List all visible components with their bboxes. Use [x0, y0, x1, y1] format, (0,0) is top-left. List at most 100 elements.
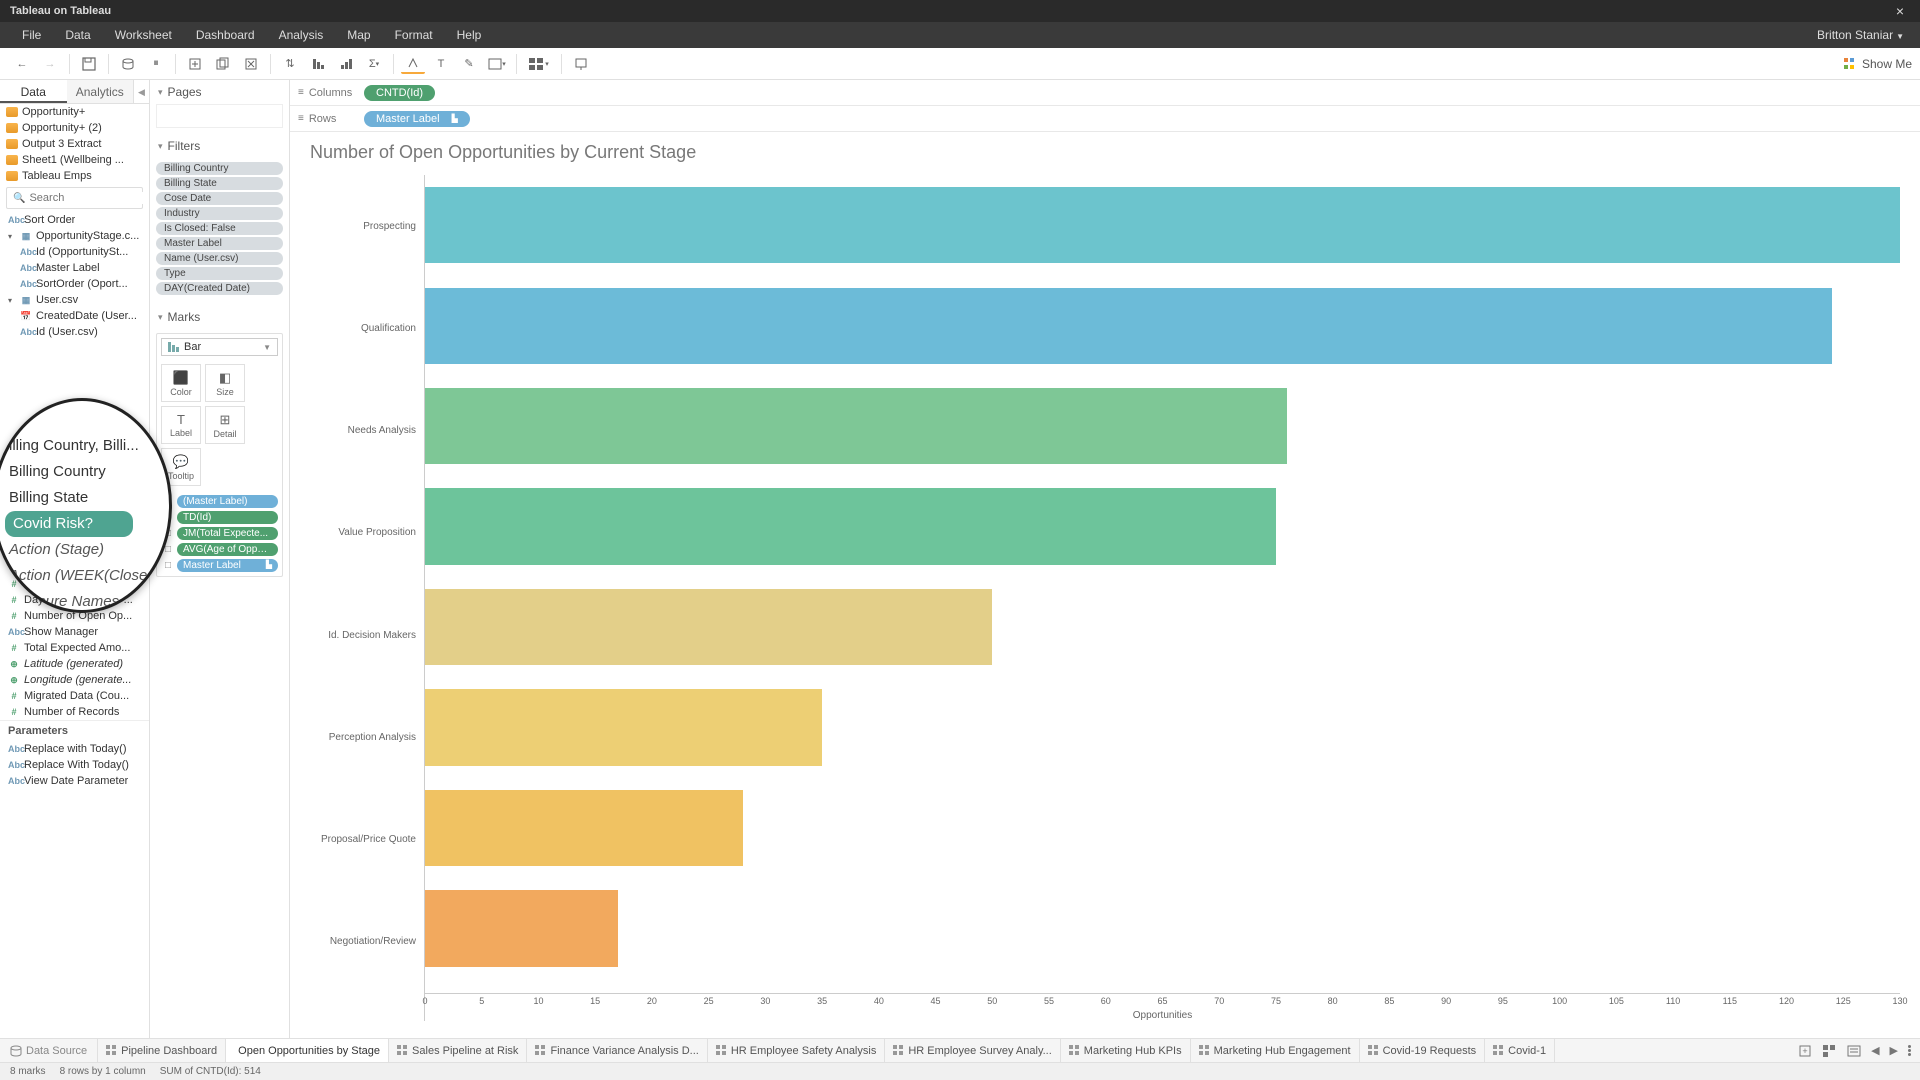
field-item[interactable]: AbcMaster Label: [0, 260, 149, 276]
cards-icon[interactable]: ▾: [524, 52, 554, 76]
filter-pill[interactable]: Billing State: [156, 177, 283, 190]
bar[interactable]: [425, 488, 1276, 564]
filter-pill[interactable]: Name (User.csv): [156, 252, 283, 265]
mark-pill[interactable]: AVG(Age of Opport...: [177, 543, 278, 556]
sheet-tab[interactable]: Marketing Hub Engagement: [1191, 1039, 1360, 1062]
mark-color-button[interactable]: ⬛Color: [161, 364, 201, 402]
bar[interactable]: [425, 689, 822, 765]
field-item[interactable]: #Total Expected Amo...: [0, 640, 149, 656]
totals-icon[interactable]: Σ▾: [362, 52, 386, 76]
mark-label-button[interactable]: TLabel: [161, 406, 201, 444]
close-icon[interactable]: ×: [1890, 3, 1910, 19]
bar[interactable]: [425, 288, 1832, 364]
user-menu[interactable]: Britton Staniar▼: [1817, 28, 1910, 42]
filter-pill[interactable]: Type: [156, 267, 283, 280]
sheet-tab[interactable]: Covid-1: [1485, 1039, 1555, 1062]
menu-dashboard[interactable]: Dashboard: [184, 28, 267, 42]
tab-data[interactable]: Data: [0, 80, 67, 103]
menu-map[interactable]: Map: [335, 28, 382, 42]
back-icon[interactable]: ←: [10, 52, 34, 76]
highlight-icon[interactable]: [401, 54, 425, 74]
sheet-tab[interactable]: HR Employee Safety Analysis: [708, 1039, 886, 1062]
data-source-tab[interactable]: Data Source: [0, 1039, 98, 1062]
forward-icon[interactable]: →: [38, 52, 62, 76]
duplicate-icon[interactable]: [211, 52, 235, 76]
label-icon[interactable]: T: [429, 52, 453, 76]
datasource-item[interactable]: Opportunity+: [0, 104, 149, 120]
save-icon[interactable]: [77, 52, 101, 76]
clear-icon[interactable]: [239, 52, 263, 76]
marks-shelf-header[interactable]: ▾Marks: [150, 305, 289, 329]
parameter-item[interactable]: AbcReplace With Today(): [0, 757, 149, 773]
search-field[interactable]: 🔍 ▼: [6, 187, 143, 209]
tabs-scroll-right-icon[interactable]: ▶: [1885, 1044, 1903, 1057]
sheet-tab[interactable]: Sales Pipeline at Risk: [389, 1039, 527, 1062]
sheet-tab[interactable]: Pipeline Dashboard: [98, 1039, 226, 1062]
bar[interactable]: [425, 589, 992, 665]
pause-updates-icon[interactable]: ⏸: [144, 52, 168, 76]
sheet-tab[interactable]: Open Opportunities by Stage: [226, 1039, 389, 1062]
sheet-tab[interactable]: Finance Variance Analysis D...: [527, 1039, 707, 1062]
menu-file[interactable]: File: [10, 28, 53, 42]
tabs-menu-icon[interactable]: [1903, 1045, 1916, 1056]
bar[interactable]: [425, 790, 743, 866]
field-item[interactable]: AbcSortOrder (Oport...: [0, 276, 149, 292]
menu-data[interactable]: Data: [53, 28, 102, 42]
field-item[interactable]: AbcId (OpportunitySt...: [0, 244, 149, 260]
menu-format[interactable]: Format: [383, 28, 445, 42]
tabs-scroll-left-icon[interactable]: ◀: [1866, 1044, 1884, 1057]
menu-help[interactable]: Help: [445, 28, 494, 42]
field-item[interactable]: ⊕Longitude (generate...: [0, 672, 149, 688]
filters-shelf-header[interactable]: ▾Filters: [150, 134, 289, 158]
filter-pill[interactable]: DAY(Created Date): [156, 282, 283, 295]
sort-asc-icon[interactable]: [306, 52, 330, 76]
filter-pill[interactable]: Master Label: [156, 237, 283, 250]
new-datasource-icon[interactable]: [116, 52, 140, 76]
mark-pill[interactable]: JM(Total Expecte...: [177, 527, 278, 540]
field-item[interactable]: AbcSort Order: [0, 212, 149, 228]
mark-pill[interactable]: (Master Label): [177, 495, 278, 508]
rows-shelf[interactable]: ≡Rows Master Label▙: [290, 106, 1920, 132]
pages-shelf-header[interactable]: ▾Pages: [150, 80, 289, 104]
collapse-pane-icon[interactable]: ◀: [133, 80, 149, 103]
sheet-tab[interactable]: Marketing Hub KPIs: [1061, 1039, 1191, 1062]
columns-shelf[interactable]: ≡Columns CNTD(Id): [290, 80, 1920, 106]
field-item[interactable]: AbcId (User.csv): [0, 324, 149, 340]
mark-type-select[interactable]: Bar▼: [161, 338, 278, 356]
mark-pill[interactable]: TD(Id): [177, 511, 278, 524]
tab-analytics[interactable]: Analytics: [67, 80, 134, 103]
presentation-icon[interactable]: [569, 52, 593, 76]
filter-pill[interactable]: Industry: [156, 207, 283, 220]
field-item[interactable]: #Migrated Data (Cou...: [0, 688, 149, 704]
field-item[interactable]: 📅CreatedDate (User...: [0, 308, 149, 324]
field-item[interactable]: AbcShow Manager: [0, 624, 149, 640]
mark-detail-button[interactable]: ⊞Detail: [205, 406, 245, 444]
field-item[interactable]: ▾▦OpportunityStage.c...: [0, 228, 149, 244]
bar[interactable]: [425, 187, 1900, 263]
new-worksheet-icon[interactable]: +: [1794, 1045, 1818, 1057]
filter-pill[interactable]: Cose Date: [156, 192, 283, 205]
show-me-button[interactable]: Show Me: [1843, 57, 1912, 71]
mark-size-button[interactable]: ◧Size: [205, 364, 245, 402]
search-input[interactable]: [29, 192, 149, 204]
bar[interactable]: [425, 890, 618, 966]
datasource-item[interactable]: Tableau Emps: [0, 168, 149, 184]
sort-desc-icon[interactable]: [334, 52, 358, 76]
filter-pill[interactable]: Billing Country: [156, 162, 283, 175]
field-item[interactable]: #Number of Records: [0, 704, 149, 720]
mark-pill[interactable]: Master Label▙: [177, 559, 278, 572]
sheet-tab[interactable]: Covid-19 Requests: [1360, 1039, 1486, 1062]
new-story-icon[interactable]: [1842, 1045, 1866, 1057]
parameter-item[interactable]: AbcReplace with Today(): [0, 741, 149, 757]
field-item[interactable]: ⊕Latitude (generated): [0, 656, 149, 672]
new-sheet-icon[interactable]: [183, 52, 207, 76]
bar-chart[interactable]: ProspectingQualificationNeeds AnalysisVa…: [310, 175, 1900, 1021]
new-dashboard-icon[interactable]: [1818, 1045, 1842, 1057]
sheet-tab[interactable]: HR Employee Survey Analy...: [885, 1039, 1060, 1062]
swap-icon[interactable]: ⇅: [278, 52, 302, 76]
format-icon[interactable]: ✎: [457, 52, 481, 76]
bar[interactable]: [425, 388, 1287, 464]
columns-pill[interactable]: CNTD(Id): [364, 85, 435, 101]
datasource-item[interactable]: Opportunity+ (2): [0, 120, 149, 136]
fit-icon[interactable]: ▾: [485, 52, 509, 76]
